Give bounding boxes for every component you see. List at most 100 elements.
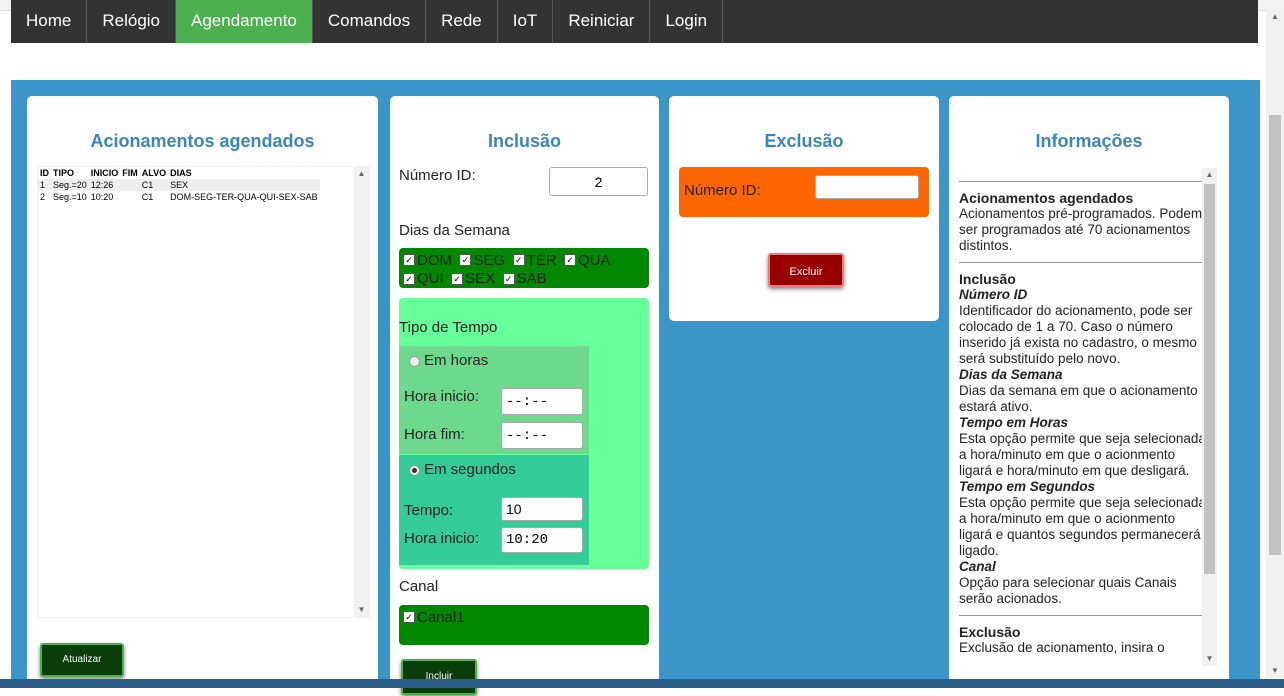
cell-dias: SEX bbox=[170, 180, 189, 190]
exclusion-id-input[interactable] bbox=[815, 175, 919, 199]
nav-home[interactable]: Home bbox=[11, 0, 88, 43]
check-icon: ✓ bbox=[403, 272, 415, 285]
nav-reiniciar[interactable]: Reiniciar bbox=[553, 0, 651, 43]
info-subheading: Tempo em Horas bbox=[959, 415, 1069, 430]
cell-tipo: Seg.=20 bbox=[53, 180, 87, 190]
nav-agendamento[interactable]: Agendamento bbox=[176, 0, 313, 43]
info-paragraph: Esta opção permite que seja selecionada … bbox=[959, 495, 1206, 558]
info-heading: Inclusão bbox=[959, 271, 1016, 287]
cell-dias: DOM-SEG-TER-QUA-QUI-SEX-SAB bbox=[170, 192, 318, 202]
col-id: ID bbox=[40, 168, 49, 178]
scroll-up-icon[interactable]: ▲ bbox=[1267, 10, 1283, 24]
info-paragraph: Acionamentos pré-programados. Podem ser … bbox=[959, 206, 1203, 253]
col-dias: DIAS bbox=[170, 168, 192, 178]
inclusion-title: Inclusão bbox=[487, 131, 562, 151]
check-icon: ✓ bbox=[403, 611, 415, 623]
taskbar bbox=[0, 679, 1284, 688]
main-content: Acionamentos agendados ID TIPO INICIO FI… bbox=[11, 80, 1260, 696]
cell-alvo: C1 bbox=[141, 192, 154, 202]
scroll-down-icon[interactable]: ▼ bbox=[1267, 664, 1283, 678]
scroll-up-icon[interactable]: ▲ bbox=[354, 167, 369, 181]
day-label: DOM bbox=[417, 251, 452, 269]
day-label: SEG bbox=[473, 251, 506, 269]
start-hour-input[interactable] bbox=[501, 388, 583, 415]
table-row[interactable]: 2 Seg.=10 10:20 C1 DOM-SEG-TER-QUA-QUI-S… bbox=[38, 191, 320, 203]
scroll-down-icon[interactable]: ▼ bbox=[354, 603, 369, 617]
radio-icon bbox=[409, 355, 420, 367]
cell-inicio: 10:20 bbox=[90, 192, 114, 202]
nav-login[interactable]: Login bbox=[650, 0, 724, 43]
scrollbar-thumb[interactable] bbox=[1269, 115, 1281, 555]
exclusion-title: Exclusão bbox=[764, 131, 844, 151]
divider bbox=[959, 615, 1211, 616]
start-hour-label: Hora inicio: bbox=[404, 388, 480, 405]
day-checkbox-ter[interactable]: ✓ TER bbox=[512, 252, 557, 269]
exclusion-panel: Exclusão Número ID: Excluir bbox=[669, 96, 939, 321]
check-icon: ✓ bbox=[564, 254, 577, 266]
info-content[interactable]: Acionamentos agendados Acionamentos pré-… bbox=[959, 181, 1211, 676]
scrollbar-thumb[interactable] bbox=[1204, 184, 1215, 574]
end-hour-input[interactable] bbox=[501, 422, 583, 449]
day-checkbox-sex[interactable]: ✓ SEX bbox=[451, 270, 495, 287]
hours-section: Em horas Hora inicio: Hora fim: bbox=[399, 346, 589, 454]
channel-checkbox-group: ✓ Canal1 bbox=[399, 605, 649, 645]
radio-icon bbox=[409, 464, 420, 476]
schedules-list[interactable]: ID TIPO INICIO FIM ALVO DIAS 1 Seg.=20 1… bbox=[37, 166, 370, 618]
seconds-radio[interactable]: Em segundos bbox=[409, 461, 516, 478]
info-panel: Informações Acionamentos agendados Acion… bbox=[949, 96, 1229, 696]
schedules-scrollbar[interactable]: ▲ ▼ bbox=[354, 167, 369, 617]
info-heading: Exclusão bbox=[959, 624, 1021, 640]
info-subheading: Canal bbox=[959, 559, 996, 574]
hours-option-label: Em horas bbox=[424, 352, 489, 369]
hours-radio[interactable]: Em horas bbox=[409, 352, 488, 369]
include-button[interactable]: Incluir bbox=[401, 659, 477, 695]
check-icon: ✓ bbox=[502, 272, 515, 285]
table-row[interactable]: 1 Seg.=20 12:26 C1 SEX bbox=[38, 179, 320, 191]
info-paragraph: Opção para selecionar quais Canais serão… bbox=[959, 575, 1177, 606]
seconds-start-input[interactable] bbox=[501, 527, 583, 553]
time-input[interactable] bbox=[501, 497, 583, 521]
divider bbox=[959, 262, 1211, 263]
id-input[interactable] bbox=[549, 167, 648, 196]
cell-fim bbox=[120, 191, 140, 203]
cell-inicio: 12:26 bbox=[90, 180, 114, 190]
inclusion-panel: Inclusão Número ID: Dias da Semana ✓DOM … bbox=[390, 96, 659, 696]
refresh-button[interactable]: Atualizar bbox=[40, 643, 124, 677]
info-subheading: Tempo em Segundos bbox=[959, 479, 1096, 494]
day-checkbox-sab[interactable]: ✓ SAB bbox=[502, 270, 547, 287]
schedules-table: ID TIPO INICIO FIM ALVO DIAS 1 Seg.=20 1… bbox=[38, 167, 320, 203]
page-scrollbar[interactable]: ▲ ▼ bbox=[1266, 10, 1284, 678]
seconds-option-label: Em segundos bbox=[424, 461, 516, 478]
day-checkbox-qua[interactable]: ✓ QUA bbox=[564, 252, 611, 269]
time-label: Tempo: bbox=[404, 502, 454, 519]
day-checkbox-seg[interactable]: ✓ SEG bbox=[459, 252, 505, 269]
col-fim: FIM bbox=[122, 168, 138, 178]
scroll-down-icon[interactable]: ▼ bbox=[1202, 652, 1217, 666]
col-inicio: INICIO bbox=[90, 168, 119, 178]
exclusion-id-label: Número ID: bbox=[684, 182, 761, 199]
day-label: QUI bbox=[417, 270, 444, 287]
check-icon: ✓ bbox=[451, 272, 464, 285]
id-label: Número ID: bbox=[399, 167, 476, 184]
info-scrollbar[interactable]: ▲ ▼ bbox=[1202, 168, 1217, 666]
cell-id: 2 bbox=[40, 192, 46, 202]
day-label: SAB bbox=[516, 270, 547, 287]
nav-rede[interactable]: Rede bbox=[426, 0, 498, 43]
time-type-box: Tipo de Tempo Em horas Hora inicio: Hora… bbox=[399, 298, 649, 569]
day-label: SEX bbox=[465, 270, 496, 287]
schedules-panel: Acionamentos agendados ID TIPO INICIO FI… bbox=[27, 96, 378, 696]
nav-iot[interactable]: IoT bbox=[498, 0, 554, 43]
delete-button[interactable]: Excluir bbox=[768, 253, 844, 287]
exclusion-id-box: Número ID: bbox=[679, 167, 929, 217]
check-icon: ✓ bbox=[512, 254, 525, 266]
day-checkbox-dom[interactable]: ✓ DOM bbox=[403, 252, 452, 269]
schedules-title: Acionamentos agendados bbox=[90, 131, 315, 151]
scroll-up-icon[interactable]: ▲ bbox=[1202, 168, 1217, 182]
info-paragraph: Exclusão de acionamento, insira o bbox=[959, 640, 1165, 655]
day-checkbox-qui[interactable]: ✓ QUI bbox=[403, 270, 444, 287]
nav-relogio[interactable]: Relógio bbox=[87, 0, 177, 43]
info-paragraph: Dias da semana em que o acionamento esta… bbox=[959, 383, 1198, 414]
channel-checkbox-canal1[interactable]: ✓ Canal1 bbox=[403, 609, 465, 626]
nav-comandos[interactable]: Comandos bbox=[313, 0, 427, 43]
info-paragraph: Esta opção permite que seja selecionada … bbox=[959, 431, 1206, 478]
